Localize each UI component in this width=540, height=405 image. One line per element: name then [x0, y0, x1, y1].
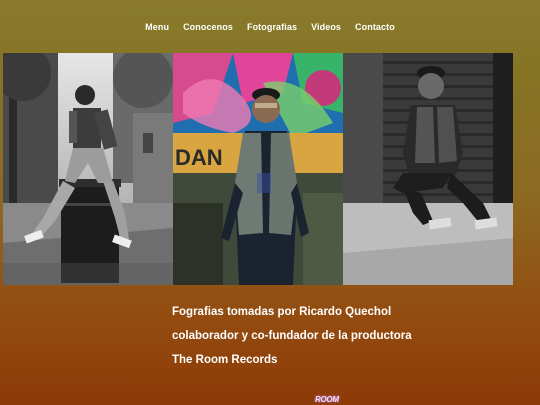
nav-fotografias[interactable]: Fotografias — [247, 22, 297, 32]
nav-contacto[interactable]: Contacto — [355, 22, 395, 32]
caption-line-3: The Room Records — [172, 354, 278, 366]
nav-conocenos[interactable]: Conocenos — [183, 22, 233, 32]
nav-videos[interactable]: Videos — [311, 22, 341, 32]
svg-text:DAN: DAN — [175, 145, 223, 170]
room-records-logo[interactable]: ROOM — [315, 395, 339, 404]
photo-sitting — [3, 53, 173, 285]
caption-line-2: colaborador y co-fundador de la producto… — [172, 330, 412, 342]
caption-line-1: Fografias tomadas por Ricardo Quechol — [172, 306, 392, 318]
nav-menu[interactable]: Menu — [145, 22, 169, 32]
photo-gallery: DAN — [3, 53, 513, 285]
main-nav: Menu Conocenos Fotografias Videos Contac… — [0, 0, 540, 54]
photo-denim-vest: DAN — [173, 53, 343, 285]
photo-credit-caption: Fografias tomadas por Ricardo Quechol co… — [172, 300, 412, 372]
photo-crouching — [343, 53, 513, 285]
